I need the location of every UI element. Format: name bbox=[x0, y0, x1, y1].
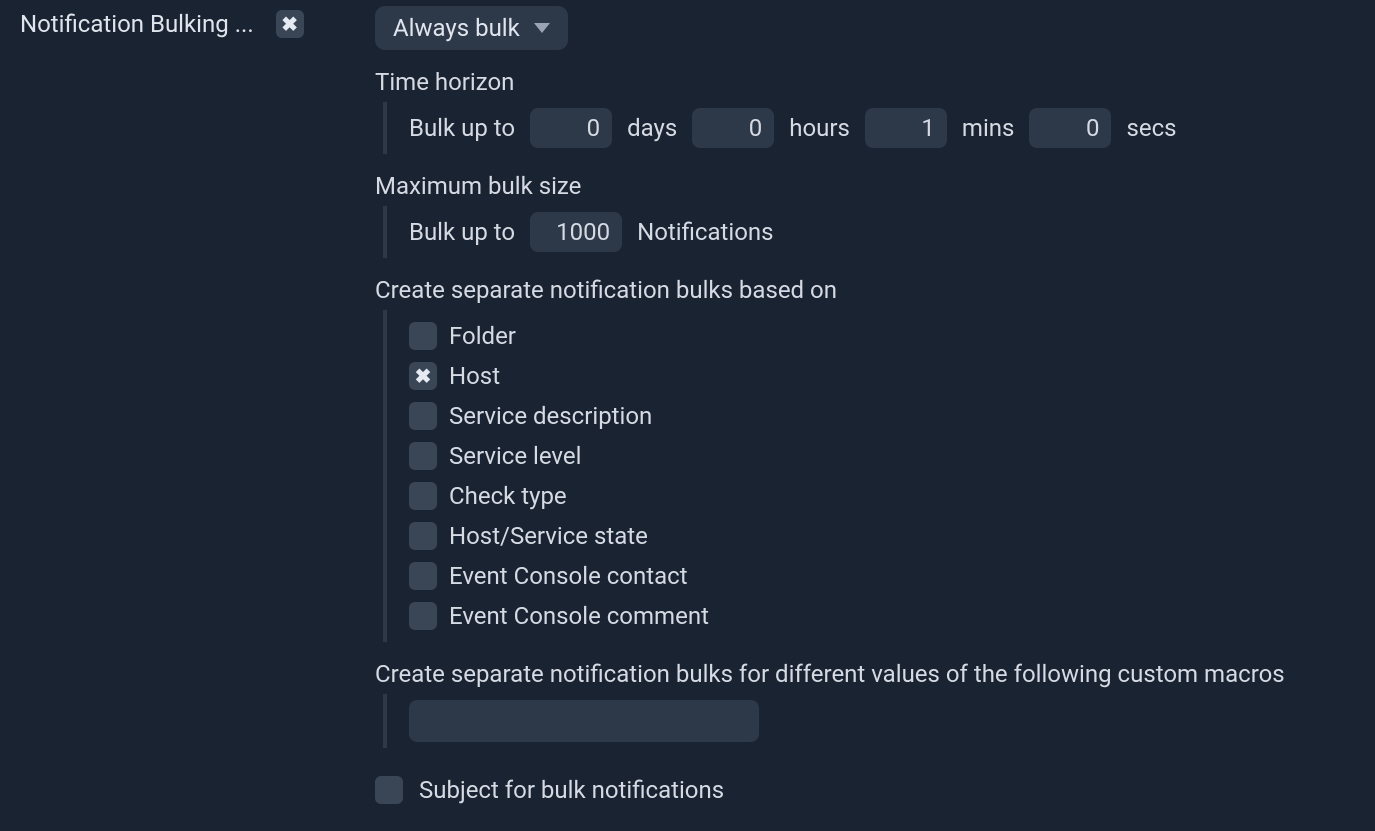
separate-item: Folder bbox=[409, 316, 1365, 356]
separate-label: Create separate notification bulks based… bbox=[375, 276, 1365, 304]
separate-item-label: Event Console contact bbox=[449, 562, 688, 590]
days-input[interactable] bbox=[530, 108, 612, 148]
separate-item: Host bbox=[409, 356, 1365, 396]
bulk-mode-dropdown[interactable]: Always bulk bbox=[375, 6, 568, 50]
separate-item: Event Console contact bbox=[409, 556, 1365, 596]
separate-item-label: Event Console comment bbox=[449, 602, 709, 630]
separate-item: Service level bbox=[409, 436, 1365, 476]
max-bulk-label: Maximum bulk size bbox=[375, 172, 1365, 200]
separate-item-checkbox[interactable] bbox=[409, 362, 437, 390]
secs-input[interactable] bbox=[1029, 108, 1111, 148]
days-unit: days bbox=[627, 114, 677, 142]
bulking-enable-checkbox[interactable] bbox=[276, 10, 304, 38]
param-label: Notification Bulking ... bbox=[20, 10, 254, 38]
mins-input[interactable] bbox=[865, 108, 947, 148]
mins-unit: mins bbox=[962, 114, 1015, 142]
hours-unit: hours bbox=[789, 114, 850, 142]
hours-input[interactable] bbox=[692, 108, 774, 148]
time-horizon-prefix: Bulk up to bbox=[409, 114, 515, 142]
separate-item-label: Check type bbox=[449, 482, 567, 510]
separate-item-checkbox[interactable] bbox=[409, 522, 437, 550]
custom-macros-label: Create separate notification bulks for d… bbox=[375, 660, 1365, 688]
separate-item: Check type bbox=[409, 476, 1365, 516]
separate-item-checkbox[interactable] bbox=[409, 602, 437, 630]
separate-item: Event Console comment bbox=[409, 596, 1365, 636]
separate-list: Folder Host Service description Service lev… bbox=[383, 310, 1365, 642]
separate-item-label: Host bbox=[449, 362, 500, 390]
subject-checkbox[interactable] bbox=[375, 776, 403, 804]
max-bulk-input[interactable] bbox=[530, 212, 622, 252]
separate-item-checkbox[interactable] bbox=[409, 402, 437, 430]
separate-item-checkbox[interactable] bbox=[409, 562, 437, 590]
separate-item-label: Host/Service state bbox=[449, 522, 648, 550]
chevron-down-icon bbox=[534, 23, 550, 33]
separate-item-label: Folder bbox=[449, 322, 516, 350]
separate-item-checkbox[interactable] bbox=[409, 442, 437, 470]
max-bulk-prefix: Bulk up to bbox=[409, 218, 515, 246]
separate-item: Service description bbox=[409, 396, 1365, 436]
bulk-mode-selected: Always bulk bbox=[393, 14, 520, 42]
subject-label: Subject for bulk notifications bbox=[419, 776, 724, 804]
secs-unit: secs bbox=[1126, 114, 1176, 142]
max-bulk-suffix: Notifications bbox=[637, 218, 773, 246]
time-horizon-label: Time horizon bbox=[375, 68, 1365, 96]
separate-item-checkbox[interactable] bbox=[409, 482, 437, 510]
separate-item: Host/Service state bbox=[409, 516, 1365, 556]
separate-item-checkbox[interactable] bbox=[409, 322, 437, 350]
separate-item-label: Service description bbox=[449, 402, 652, 430]
custom-macros-input[interactable] bbox=[409, 700, 759, 742]
separate-item-label: Service level bbox=[449, 442, 581, 470]
